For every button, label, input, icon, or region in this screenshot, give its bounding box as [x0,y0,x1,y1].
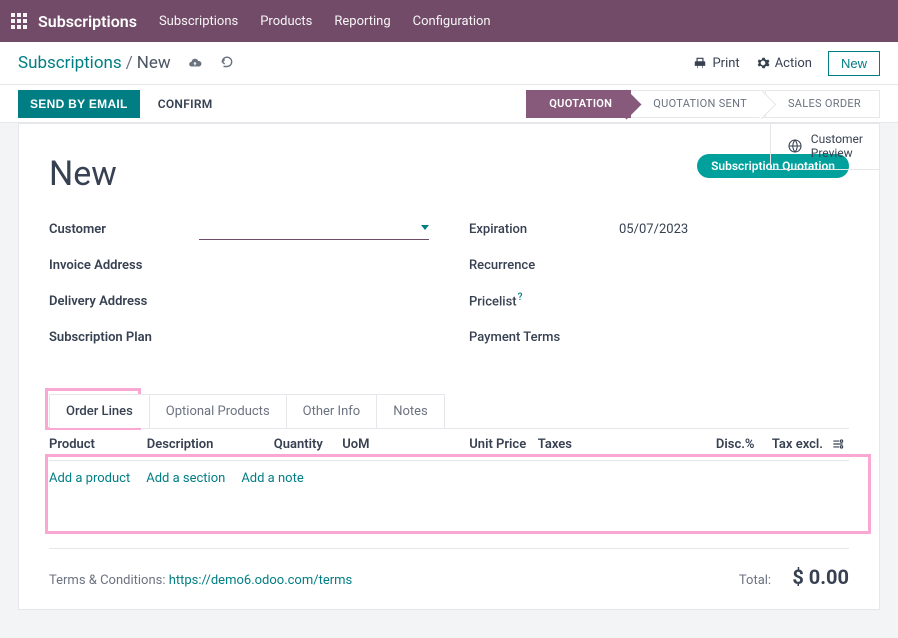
delivery-address-label: Delivery Address [49,294,199,309]
print-action[interactable]: Print [693,56,739,71]
customer-preview-label-1: Customer [811,132,863,146]
globe-icon [787,138,803,154]
print-label: Print [712,56,739,71]
tab-other-info[interactable]: Other Info [286,394,378,428]
customer-label: Customer [49,222,199,237]
chevron-down-icon[interactable] [421,225,429,230]
confirm-button[interactable]: CONFIRM [158,97,213,111]
control-panel: Subscriptions/New Print Action New [0,42,898,85]
apps-icon[interactable] [10,12,28,30]
col-quantity[interactable]: Quantity [274,437,342,452]
terms-text: Terms & Conditions: https://demo6.odoo.c… [49,573,352,588]
order-lines-table: Product Description Quantity UoM Unit Pr… [49,429,849,526]
stage-quotation[interactable]: QUOTATION [526,90,631,118]
gear-icon [756,56,770,70]
print-icon [693,56,707,70]
payment-terms-label: Payment Terms [469,330,619,345]
col-tax-excl[interactable]: Tax excl. [763,437,831,452]
help-icon[interactable]: ? [518,292,523,303]
subscription-plan-label: Subscription Plan [49,330,199,345]
customer-input[interactable] [199,218,415,237]
col-taxes[interactable]: Taxes [538,437,685,452]
breadcrumb-separator: / [126,53,133,73]
stage-quotation-sent[interactable]: QUOTATION SENT [631,90,766,118]
new-button[interactable]: New [828,51,880,76]
send-email-button[interactable]: SEND BY EMAIL [18,90,140,118]
col-product[interactable]: Product [49,437,147,452]
stage-flow: QUOTATION QUOTATION SENT SALES ORDER [526,90,880,118]
discard-icon[interactable] [219,55,235,71]
customer-preview-label-2: Preview [811,146,863,160]
nav-reporting[interactable]: Reporting [334,14,390,29]
total-value: $ 0.00 [792,565,849,589]
stage-sales-order[interactable]: SALES ORDER [766,90,880,118]
breadcrumb: Subscriptions/New [18,53,171,73]
terms-link[interactable]: https://demo6.odoo.com/terms [169,573,353,588]
action-dropdown[interactable]: Action [756,56,812,71]
app-brand[interactable]: Subscriptions [38,12,137,31]
pricelist-label: Pricelist? [469,292,619,309]
recurrence-label: Recurrence [469,258,619,273]
footer-row: Terms & Conditions: https://demo6.odoo.c… [49,548,849,589]
form-sheet: Customer Preview New Subscription Quotat… [18,123,880,610]
add-section-link[interactable]: Add a section [146,471,225,486]
add-product-link[interactable]: Add a product [49,471,130,486]
tab-optional-products[interactable]: Optional Products [149,394,287,428]
customer-preview-button[interactable]: Customer Preview [770,124,879,170]
col-uom[interactable]: UoM [342,437,469,452]
action-label: Action [775,56,812,71]
record-title: New [49,154,117,194]
breadcrumb-root[interactable]: Subscriptions [18,53,122,73]
col-disc[interactable]: Disc.% [684,437,762,452]
expiration-value[interactable]: 05/07/2023 [619,222,688,237]
tabs: Order Lines Optional Products Other Info… [49,394,849,429]
expiration-label: Expiration [469,222,619,237]
col-unit-price[interactable]: Unit Price [469,437,537,452]
col-description[interactable]: Description [147,437,274,452]
top-nav: Subscriptions Subscriptions Products Rep… [0,0,898,42]
cloud-upload-icon[interactable] [187,55,203,71]
breadcrumb-current: New [137,53,171,73]
nav-subscriptions[interactable]: Subscriptions [159,14,238,29]
col-options[interactable] [831,437,849,452]
nav-products[interactable]: Products [260,14,312,29]
add-note-link[interactable]: Add a note [241,471,303,486]
total-label: Total: [739,573,771,588]
tab-notes[interactable]: Notes [376,394,445,428]
invoice-address-label: Invoice Address [49,258,199,273]
nav-configuration[interactable]: Configuration [413,14,491,29]
customer-field[interactable] [199,218,429,240]
tab-order-lines[interactable]: Order Lines [49,394,150,428]
statusbar: SEND BY EMAIL CONFIRM QUOTATION QUOTATIO… [0,85,898,123]
